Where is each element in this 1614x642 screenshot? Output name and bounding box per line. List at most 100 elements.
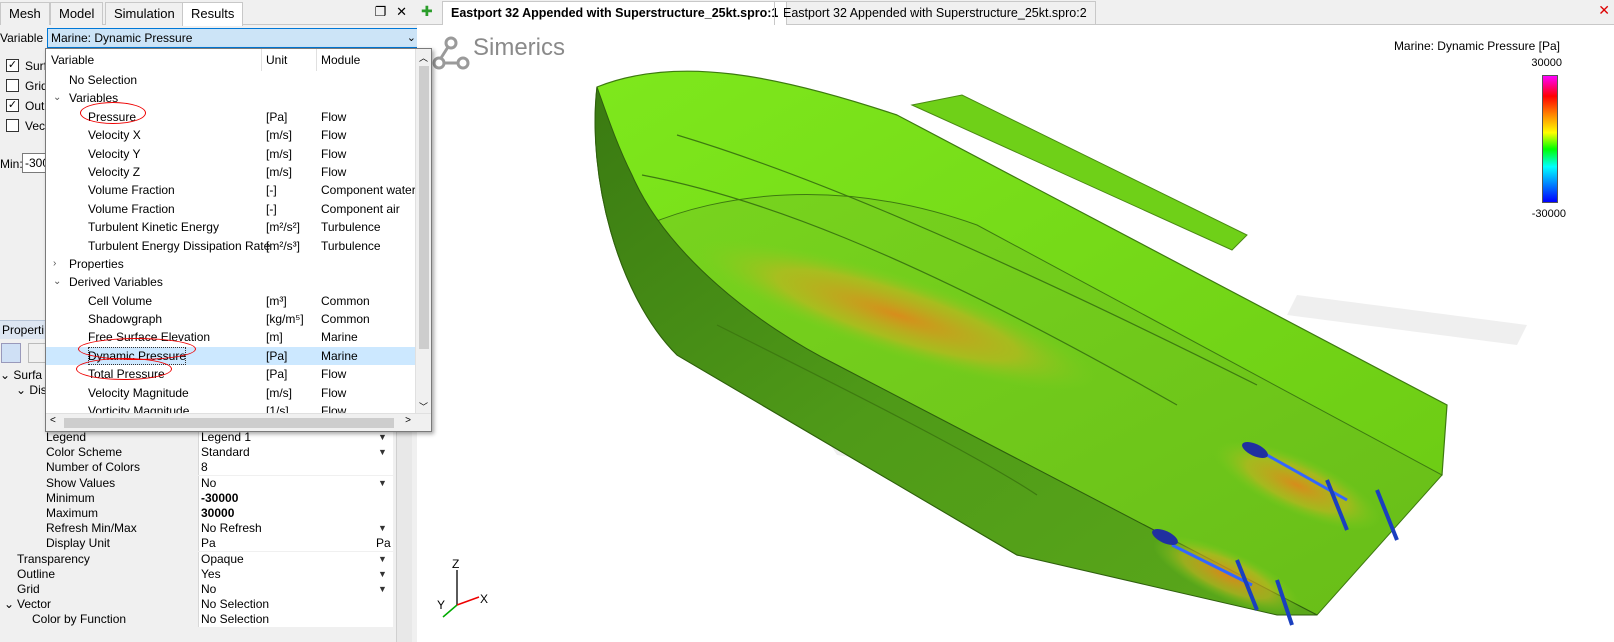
property-value[interactable]: Opaque	[198, 551, 393, 567]
property-row[interactable]: Number of Colors 8	[0, 460, 410, 476]
dropdown-row[interactable]: Turbulent Kinetic Energy [m²/s²] Turbulenc…	[46, 218, 416, 236]
dropdown-row[interactable]: Volume Fraction [-] Component air	[46, 200, 416, 218]
dropdown-scroll-thumb[interactable]	[419, 66, 429, 349]
property-value[interactable]: No	[198, 581, 393, 597]
dropdown-row[interactable]: ⌄ Derived Variables	[46, 273, 416, 291]
scroll-left-icon[interactable]: <	[50, 415, 56, 426]
dropdown-row-unit: [Pa]	[266, 109, 288, 124]
plus-icon[interactable]: ✚	[421, 3, 433, 20]
close-icon[interactable]: ✕	[396, 4, 417, 19]
checkbox-outline[interactable]: ✓	[6, 99, 19, 112]
collapse-icon[interactable]: ⌄	[53, 273, 61, 291]
expand-icon[interactable]: ⌄	[4, 597, 14, 612]
property-value[interactable]: 8	[198, 460, 393, 476]
categorized-view-icon[interactable]	[1, 343, 21, 363]
dropdown-arrow-icon[interactable]: ▼	[378, 582, 387, 597]
dropdown-row-module: Flow	[321, 109, 347, 124]
dropdown-row[interactable]: No Selection	[46, 71, 416, 89]
checkbox-grid[interactable]	[6, 79, 19, 92]
dropdown-arrow-icon[interactable]: ▼	[378, 476, 387, 491]
collapse-icon[interactable]: ⌄	[53, 89, 61, 107]
tab-simulation[interactable]: Simulation	[105, 2, 184, 25]
property-row[interactable]: Color by Function No Selection	[0, 612, 410, 628]
tab-results[interactable]: Results	[182, 2, 244, 26]
dropdown-row-module: Marine	[321, 348, 358, 363]
property-value[interactable]: No Refresh	[198, 521, 393, 537]
float-icon[interactable]: ❐	[374, 4, 396, 19]
dropdown-arrow-icon[interactable]: ▼	[378, 552, 387, 567]
property-value[interactable]: No Selection	[198, 612, 393, 628]
property-row[interactable]: Transparency Opaque ▼	[0, 551, 410, 567]
dropdown-row[interactable]: Shadowgraph [kg/m⁵] Common	[46, 310, 416, 328]
panel-window-controls: ❐✕	[374, 4, 417, 20]
tab-mesh[interactable]: Mesh	[0, 2, 50, 25]
property-value[interactable]: -30000	[198, 490, 393, 506]
checkbox-surface[interactable]: ✓	[6, 59, 19, 72]
3d-viewport[interactable]: Simerics Z X Y Marine: Dynamic Pressure …	[417, 25, 1614, 642]
property-value[interactable]: 30000	[198, 505, 393, 521]
property-value[interactable]: No Selection	[198, 597, 393, 613]
property-value[interactable]: Pa	[198, 536, 393, 552]
dropdown-horizontal-scrollbar[interactable]: < >	[46, 413, 431, 431]
property-value[interactable]: Yes	[198, 566, 393, 582]
dropdown-row[interactable]: Volume Fraction [-] Component water	[46, 181, 416, 199]
dropdown-row-unit: [m/s]	[266, 164, 292, 179]
property-value[interactable]: Standard	[198, 445, 393, 461]
property-row[interactable]: ⌄ Vector No Selection	[0, 597, 410, 613]
dropdown-row-module: Flow	[321, 385, 347, 400]
dropdown-arrow-icon[interactable]: ▼	[378, 567, 387, 582]
dropdown-row[interactable]: Velocity Z [m/s] Flow	[46, 163, 416, 181]
view-tab-1[interactable]: Eastport 32 Appended with Superstructure…	[442, 1, 788, 25]
property-row[interactable]: Display Unit Pa Pa	[0, 536, 410, 552]
dropdown-row-name: Cell Volume	[88, 293, 153, 308]
left-tabbar: Mesh Model Simulation Results ❐✕	[0, 0, 423, 26]
dropdown-arrow-icon[interactable]: ▼	[378, 445, 387, 460]
dropdown-row-name: Derived Variables	[69, 275, 163, 290]
dropdown-arrow-icon[interactable]: ▼	[378, 430, 387, 445]
checkbox-vector[interactable]	[6, 119, 19, 132]
dropdown-hscroll-thumb[interactable]	[64, 418, 394, 428]
dropdown-row[interactable]: Velocity X [m/s] Flow	[46, 126, 416, 144]
property-row[interactable]: Maximum 30000	[0, 505, 410, 521]
property-row[interactable]: Color Scheme Standard ▼	[0, 445, 410, 461]
dropdown-row-unit: [m³]	[266, 293, 287, 308]
property-row[interactable]: Grid No ▼	[0, 581, 410, 597]
column-header-unit[interactable]: Unit	[266, 53, 287, 67]
scroll-down-icon[interactable]: ﹀	[419, 400, 428, 413]
scroll-up-icon[interactable]: ︿	[419, 51, 428, 64]
dropdown-row-module: Component air	[321, 201, 400, 216]
property-row[interactable]: Legend Legend 1 ▼	[0, 430, 410, 445]
checkbox-surface-label: Surf	[25, 59, 48, 73]
scroll-right-icon[interactable]: >	[405, 415, 411, 426]
dropdown-row-name: Volume Fraction	[88, 201, 175, 216]
tree-item-surface[interactable]: ⌄ Surfa	[0, 368, 46, 383]
property-value[interactable]: No	[198, 475, 393, 491]
dropdown-row[interactable]: Cell Volume [m³] Common	[46, 292, 416, 310]
dropdown-row[interactable]: Velocity Y [m/s] Flow	[46, 145, 416, 163]
dropdown-row[interactable]: › Properties	[46, 255, 416, 273]
expand-icon[interactable]: ›	[53, 255, 56, 273]
variable-select[interactable]: Marine: Dynamic Pressure ⌄	[47, 28, 423, 48]
view-tab-2[interactable]: Eastport 32 Appended with Superstructure…	[774, 1, 1096, 25]
property-row[interactable]: Show Values No ▼	[0, 475, 410, 491]
property-row[interactable]: Outline Yes ▼	[0, 566, 410, 582]
chevron-down-icon[interactable]: ⌄	[407, 29, 416, 47]
expand-icon[interactable]: ⌄	[16, 383, 26, 397]
expand-icon[interactable]: ⌄	[0, 368, 10, 382]
tab-model[interactable]: Model	[50, 2, 104, 25]
dropdown-arrow-icon[interactable]: ▼	[378, 521, 387, 536]
column-header-variable[interactable]: Variable	[51, 53, 94, 67]
dropdown-row[interactable]: Turbulent Energy Dissipation Rate [m²/s³]…	[46, 237, 416, 255]
property-row[interactable]: Refresh Min/Max No Refresh ▼	[0, 521, 410, 537]
dropdown-vertical-scrollbar[interactable]: ︿ ﹀	[415, 49, 431, 415]
property-row[interactable]: Minimum -30000	[0, 490, 410, 506]
dropdown-row-name: Turbulent Energy Dissipation Rate	[88, 238, 271, 253]
property-value[interactable]: Legend 1	[198, 430, 393, 445]
dropdown-row[interactable]: Velocity Magnitude [m/s] Flow	[46, 384, 416, 402]
dropdown-row-name: Properties	[69, 256, 124, 271]
close-view-icon[interactable]: ✕	[1598, 2, 1610, 19]
legend-max: 30000	[1531, 57, 1562, 69]
column-header-module[interactable]: Module	[321, 53, 360, 67]
tree-item-display[interactable]: ⌄ Dis	[0, 383, 47, 398]
dropdown-row-module: Flow	[321, 367, 347, 382]
